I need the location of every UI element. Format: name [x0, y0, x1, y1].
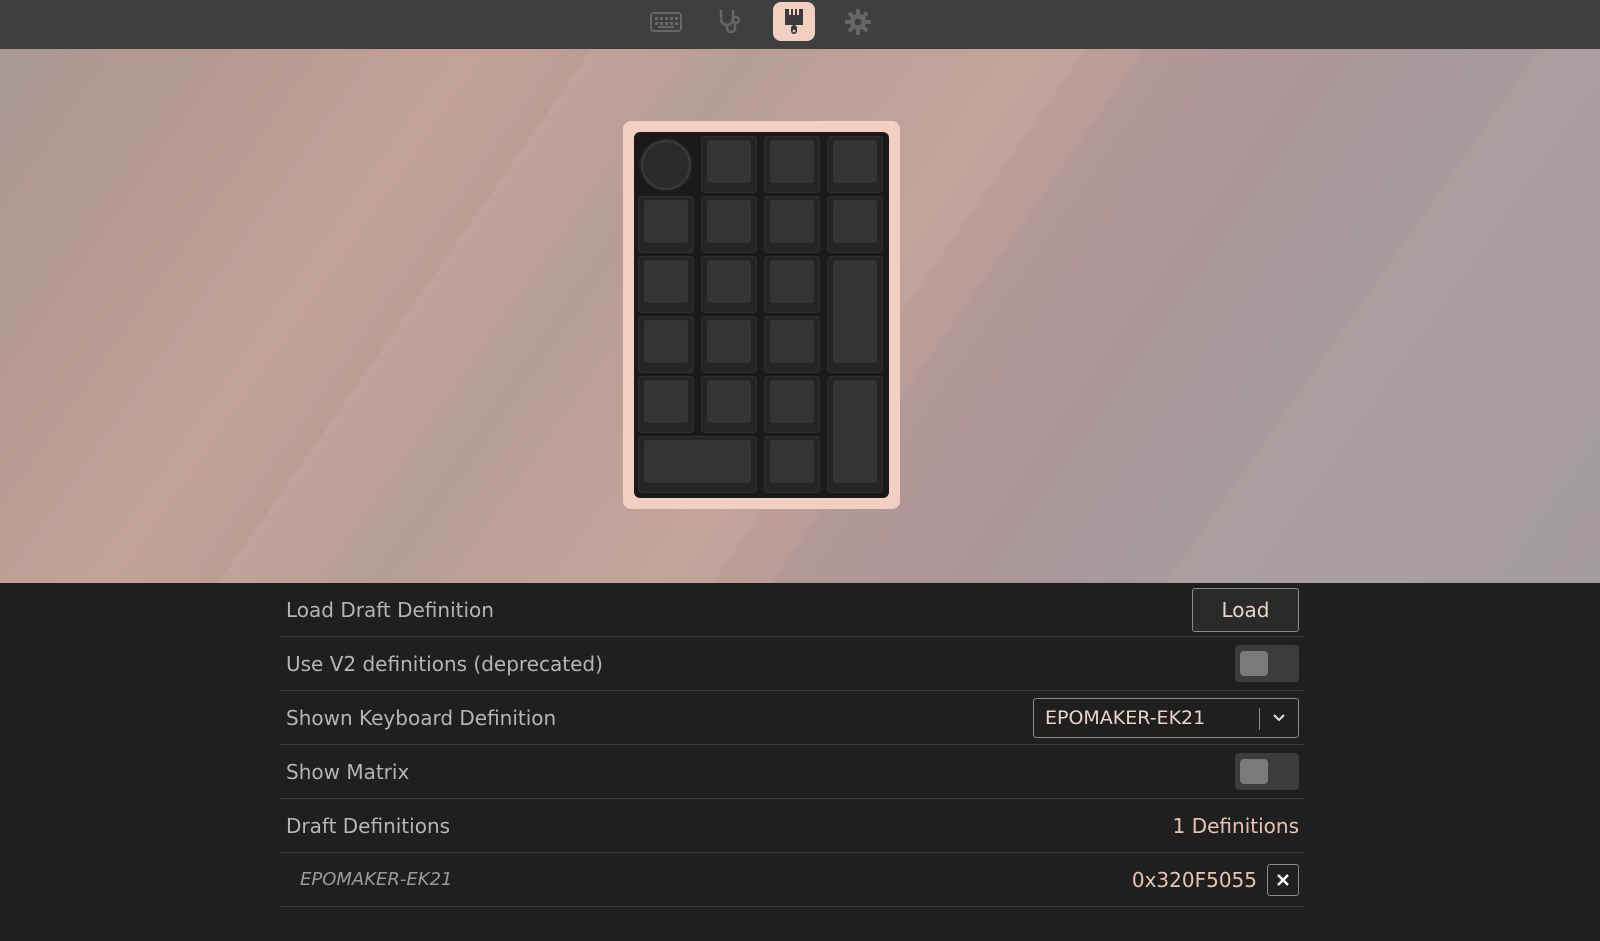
definition-vendor-product-id: 0x320F5055 [1131, 867, 1257, 892]
show-matrix-row: Show Matrix [280, 745, 1305, 799]
keyboard-plate [634, 132, 889, 498]
shown-definition-row: Shown Keyboard Definition EPOMAKER-EK21 [280, 691, 1305, 745]
definitions-count: 1 Definitions [1172, 813, 1299, 838]
top-nav-bar [0, 0, 1600, 49]
keyboard-preview-area [0, 49, 1600, 583]
gear-icon [845, 8, 871, 35]
show-matrix-label: Show Matrix [286, 759, 410, 784]
key[interactable] [764, 316, 820, 373]
shown-definition-label: Shown Keyboard Definition [286, 705, 557, 730]
key[interactable] [701, 136, 757, 193]
key[interactable] [827, 136, 883, 193]
show-matrix-toggle[interactable] [1235, 753, 1299, 790]
key-tall[interactable] [827, 376, 883, 493]
definition-name: EPOMAKER-EK21 [300, 869, 453, 890]
key[interactable] [638, 196, 694, 253]
use-v2-label: Use V2 definitions (deprecated) [286, 651, 603, 676]
shown-definition-select[interactable]: EPOMAKER-EK21 [1033, 697, 1299, 738]
load-button[interactable]: Load [1192, 587, 1299, 632]
key[interactable] [638, 256, 694, 313]
draft-definitions-row: Draft Definitions 1 Definitions [280, 799, 1305, 853]
nav-test[interactable] [709, 2, 751, 41]
draft-definitions-label: Draft Definitions [286, 813, 451, 838]
load-draft-label: Load Draft Definition [286, 597, 494, 622]
chevron-down-icon [1273, 713, 1285, 721]
key[interactable] [638, 376, 694, 433]
keyboard-icon [650, 11, 682, 32]
nav-settings[interactable] [837, 2, 879, 41]
use-v2-toggle[interactable] [1235, 645, 1299, 682]
stethoscope-icon [719, 9, 741, 33]
key-wide[interactable] [638, 436, 757, 493]
key[interactable] [638, 316, 694, 373]
select-divider [1259, 707, 1260, 730]
use-v2-row: Use V2 definitions (deprecated) [280, 637, 1305, 691]
close-icon [1277, 873, 1289, 886]
nav-design[interactable] [773, 2, 815, 41]
key[interactable] [764, 256, 820, 313]
remove-definition-button[interactable] [1267, 863, 1299, 896]
rotary-knob[interactable] [641, 140, 691, 190]
load-draft-row: Load Draft Definition Load [280, 583, 1305, 637]
key[interactable] [701, 376, 757, 433]
toggle-thumb [1240, 651, 1268, 676]
key[interactable] [701, 196, 757, 253]
definition-entry-row: EPOMAKER-EK21 0x320F5055 [280, 853, 1305, 907]
selected-definition: EPOMAKER-EK21 [1045, 706, 1206, 729]
key[interactable] [764, 196, 820, 253]
toggle-thumb [1240, 759, 1268, 784]
key[interactable] [827, 196, 883, 253]
key[interactable] [701, 256, 757, 313]
keyboard-case [623, 121, 900, 509]
key[interactable] [764, 436, 820, 493]
key[interactable] [701, 316, 757, 373]
nav-configure[interactable] [645, 2, 687, 41]
key[interactable] [764, 136, 820, 193]
key-tall[interactable] [827, 256, 883, 373]
paintbrush-icon [785, 8, 803, 34]
design-settings-panel: Load Draft Definition Load Use V2 defini… [280, 583, 1305, 907]
key[interactable] [764, 376, 820, 433]
